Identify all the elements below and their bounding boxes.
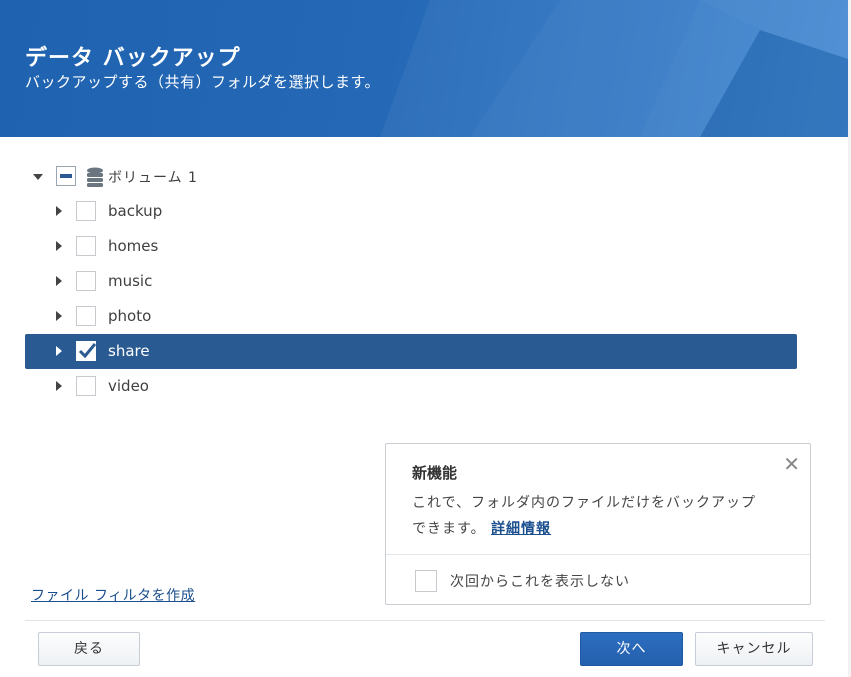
folder-checkbox[interactable] <box>76 271 96 291</box>
back-button[interactable]: 戻る <box>38 632 140 666</box>
dont-show-again-label[interactable]: 次回からこれを表示しない <box>450 571 630 591</box>
popup-body-text: これで、フォルダ内のファイルだけをバックアップできます。 <box>412 495 757 537</box>
expand-arrow-icon[interactable] <box>56 381 62 391</box>
cancel-button[interactable]: キャンセル <box>695 632 813 666</box>
folder-label: music <box>108 272 153 290</box>
tree-row-folder[interactable]: homes <box>25 229 797 264</box>
more-info-link[interactable]: 詳細情報 <box>491 521 551 537</box>
expand-arrow-icon[interactable] <box>56 346 62 356</box>
folder-checkbox-checked[interactable] <box>76 341 96 361</box>
dialog-subtitle: バックアップする（共有）フォルダを選択します。 <box>25 73 381 91</box>
folder-label: photo <box>108 307 152 325</box>
expand-arrow-icon[interactable] <box>56 206 62 216</box>
tree-row-folder[interactable]: backup <box>25 194 797 229</box>
folder-checkbox[interactable] <box>76 306 96 326</box>
next-button[interactable]: 次へ <box>580 632 683 666</box>
expand-arrow-icon[interactable] <box>56 311 62 321</box>
header-banner: データ バックアップ バックアップする（共有）フォルダを選択します。 <box>0 0 851 137</box>
popup-divider <box>386 554 810 555</box>
tree-row-folder[interactable]: photo <box>25 299 797 334</box>
dialog-title: データ バックアップ <box>25 46 241 71</box>
folder-tree: ボリューム 1 backup homes music photo share v… <box>25 159 797 404</box>
folder-label: homes <box>108 237 159 255</box>
footer-divider <box>25 620 825 621</box>
folder-label: video <box>108 377 149 395</box>
new-feature-popup: 新機能 ✕ これで、フォルダ内のファイルだけをバックアップできます。 詳細情報 … <box>385 443 811 605</box>
tree-row-folder[interactable]: video <box>25 369 797 404</box>
tree-row-volume[interactable]: ボリューム 1 <box>25 159 797 194</box>
close-icon[interactable]: ✕ <box>783 452 800 476</box>
expand-arrow-icon[interactable] <box>56 241 62 251</box>
tree-row-folder-selected[interactable]: share <box>25 334 797 369</box>
popup-message: これで、フォルダ内のファイルだけをバックアップできます。 詳細情報 <box>412 490 762 542</box>
folder-label: share <box>108 342 150 360</box>
create-file-filter-link[interactable]: ファイル フィルタを作成 <box>31 585 195 605</box>
folder-checkbox[interactable] <box>76 236 96 256</box>
popup-title: 新機能 <box>412 464 458 482</box>
folder-checkbox[interactable] <box>76 201 96 221</box>
volume-checkbox[interactable] <box>56 166 76 186</box>
dont-show-again-checkbox[interactable] <box>415 570 437 592</box>
volume-label: ボリューム 1 <box>108 170 198 186</box>
collapse-arrow-icon[interactable] <box>33 174 43 180</box>
folder-label: backup <box>108 202 163 220</box>
tree-row-folder[interactable]: music <box>25 264 797 299</box>
expand-arrow-icon[interactable] <box>56 276 62 286</box>
folder-checkbox[interactable] <box>76 376 96 396</box>
volume-icon <box>87 167 103 187</box>
checkmark-icon <box>78 343 96 359</box>
